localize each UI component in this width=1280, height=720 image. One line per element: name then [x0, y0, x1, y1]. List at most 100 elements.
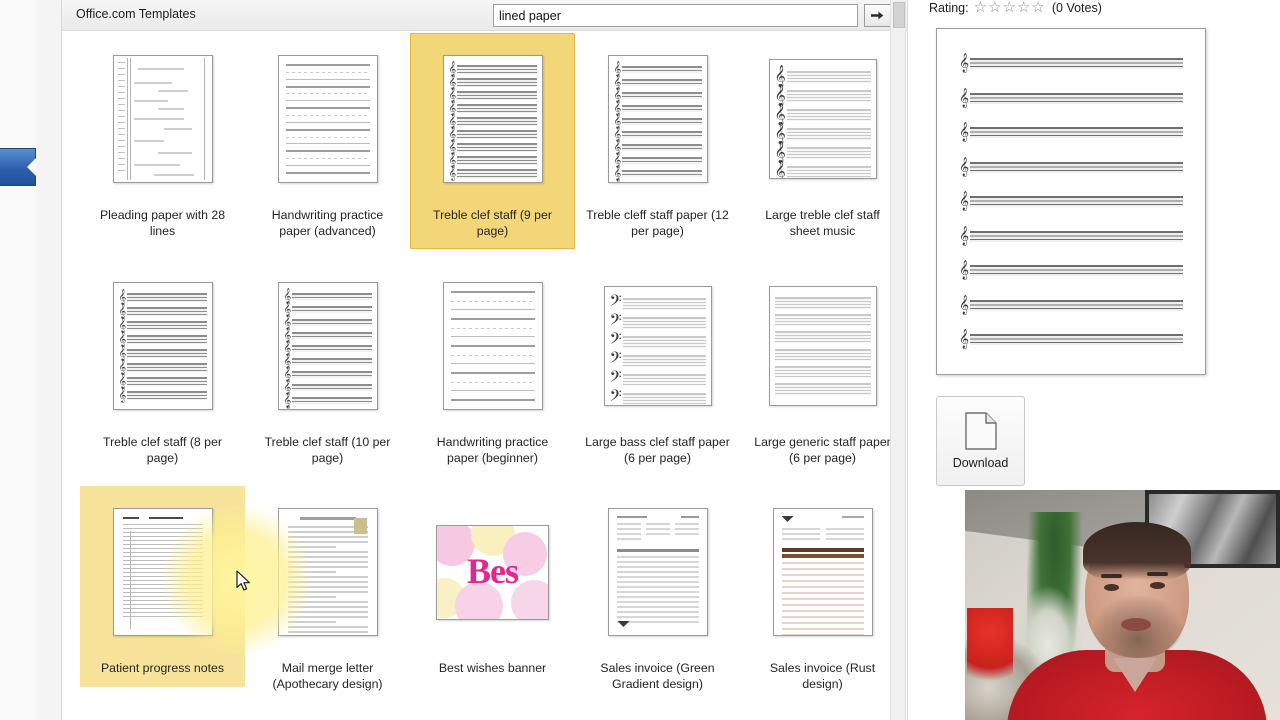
rule-line: [122, 540, 203, 541]
staff-line: 𝄞: [119, 333, 207, 346]
rule-line: [285, 150, 370, 153]
staff-line: 𝄞: [284, 394, 372, 407]
staff-line: 𝄞: [449, 89, 537, 102]
star-icon[interactable]: ☆: [988, 0, 1001, 15]
template-card-inner[interactable]: 𝄞 𝄞 𝄞 𝄞 𝄞 𝄞 𝄞 𝄞 Treble clef staff (8 per page): [80, 260, 245, 476]
template-card-inner[interactable]: Sales invoice (Green Gradient design): [575, 486, 740, 702]
ribbon-tab-marker[interactable]: [0, 148, 36, 186]
template-card[interactable]: 𝄞 𝄞 𝄞 𝄞 𝄞 𝄞 Large treble clef staff sheet musi…: [740, 33, 905, 249]
template-card[interactable]: Pleading paper with 28 lines: [80, 33, 245, 249]
template-card-inner[interactable]: Pleading paper with 28 lines: [80, 33, 245, 249]
left-chrome-strip: [0, 0, 36, 720]
text-line: [133, 140, 164, 142]
template-card-inner[interactable]: Large generic staff paper (6 per page): [740, 260, 905, 476]
staff-staves: [622, 118, 702, 125]
staff-line: 𝄞: [449, 102, 537, 115]
rule-line: [122, 580, 203, 581]
templates-scrollbar[interactable]: [890, 0, 906, 720]
star-icon[interactable]: ☆: [974, 0, 987, 15]
staff-line: 𝄞: [119, 361, 207, 374]
staff-staves: [457, 143, 537, 152]
template-card[interactable]: 𝄞𝄞𝄞𝄞𝄞𝄞𝄞𝄞𝄞𝄞𝄞𝄞 Treble cleff staff paper (12…: [575, 33, 740, 249]
preview-staff-staves: [970, 196, 1183, 207]
text-line: [287, 606, 368, 608]
treble-clef-icon: 𝄞: [118, 345, 127, 361]
rating-stars[interactable]: ☆ ☆ ☆ ☆ ☆: [974, 0, 1046, 15]
preview-staff-line: 𝄞: [959, 262, 1183, 279]
treble-clef-icon: 𝄞: [959, 329, 970, 349]
lined-page: [279, 56, 377, 182]
preview-staff-line: 𝄞: [959, 296, 1183, 314]
staff-staves: [622, 157, 702, 164]
document-page-icon: [964, 412, 997, 450]
treble-clef-icon: 𝄞: [118, 317, 127, 333]
download-button[interactable]: Download: [936, 396, 1025, 486]
template-card-inner[interactable]: Patient progress notes: [80, 486, 245, 687]
template-card-inner[interactable]: Mail merge letter (Apothecary design): [245, 486, 410, 702]
staff-staves: [774, 383, 871, 396]
rating-label: Rating:: [929, 0, 969, 15]
staff-staves: [292, 345, 372, 352]
staff-staves: [127, 348, 207, 358]
text-line: [287, 616, 368, 618]
lined-page: [444, 283, 542, 409]
staff-staves: [786, 127, 871, 140]
template-card-inner[interactable]: 𝄞 𝄞 𝄞 𝄞 𝄞 𝄞 Large treble clef staff sheet musi…: [740, 33, 905, 249]
margin-rule: [126, 58, 128, 180]
notes-page: [114, 509, 212, 629]
text-line: [133, 82, 172, 84]
search-go-button[interactable]: [864, 4, 891, 27]
template-card[interactable]: 𝄞 𝄞 𝄞 𝄞 𝄞 𝄞 𝄞 𝄞 𝄞 Treble clef staff (9 per page): [410, 33, 575, 249]
template-card[interactable]: Bes Best wishes banner: [410, 486, 575, 687]
template-card[interactable]: Large generic staff paper (6 per page): [740, 260, 905, 476]
treble-clef-icon: 𝄞: [959, 53, 970, 73]
template-card[interactable]: Handwriting practice paper (beginner): [410, 260, 575, 476]
template-card-inner[interactable]: 𝄢 𝄢 𝄢 𝄢 𝄢 𝄢 Large bass clef staff paper (6 per…: [575, 260, 740, 476]
letter-heading: [299, 517, 356, 520]
table-subheader-band: [781, 554, 864, 558]
templates-pane-header: Office.com Templates: [62, 0, 907, 31]
table-row: [781, 592, 864, 594]
template-card[interactable]: 𝄢 𝄢 𝄢 𝄢 𝄢 𝄢 Large bass clef staff paper (6 per…: [575, 260, 740, 476]
thumbnail-holder: [581, 493, 734, 651]
rule-line: [285, 143, 370, 145]
template-card[interactable]: Mail merge letter (Apothecary design): [245, 486, 410, 702]
page-title: Office.com Templates: [76, 7, 196, 21]
search-input[interactable]: [493, 4, 858, 27]
template-label: Large treble clef staff sheet music: [765, 208, 880, 238]
template-card-inner[interactable]: 𝄞 𝄞 𝄞 𝄞 𝄞 𝄞 𝄞 𝄞 𝄞 Treble clef staff (9 per page): [410, 33, 575, 249]
rule-line: [450, 291, 535, 293]
staff-line: 𝄢: [610, 294, 706, 313]
staff-staves: [127, 362, 207, 372]
star-icon[interactable]: ☆: [1003, 0, 1016, 15]
template-card-inner[interactable]: Bes Best wishes banner: [410, 486, 575, 687]
treble-clef-icon: 𝄞: [959, 122, 970, 142]
staff-staves: [786, 89, 871, 102]
template-card-inner[interactable]: 𝄞𝄞𝄞𝄞𝄞𝄞𝄞𝄞𝄞𝄞𝄞𝄞 Treble cleff staff paper (12…: [575, 33, 740, 249]
star-icon[interactable]: ☆: [1017, 0, 1030, 15]
star-icon[interactable]: ☆: [1031, 0, 1044, 15]
template-card[interactable]: 𝄞 𝄞 𝄞 𝄞 𝄞 𝄞 𝄞 𝄞 Treble clef staff (8 per page): [80, 260, 245, 476]
template-card-inner[interactable]: Handwriting practice paper (advanced): [245, 33, 410, 249]
template-card[interactable]: Sales invoice (Green Gradient design): [575, 486, 740, 702]
template-card[interactable]: 𝄞𝄞𝄞𝄞𝄞𝄞𝄞𝄞𝄞𝄞 Treble clef staff (10 per page…: [245, 260, 410, 476]
template-card[interactable]: Handwriting practice paper (advanced): [245, 33, 410, 249]
template-thumbnail: 𝄞 𝄞 𝄞 𝄞 𝄞 𝄞: [768, 59, 877, 179]
template-card[interactable]: Patient progress notes: [80, 486, 245, 687]
scrollbar-thumb[interactable]: [893, 2, 905, 28]
staff-page: 𝄞𝄞𝄞𝄞𝄞𝄞𝄞𝄞𝄞𝄞𝄞𝄞: [609, 56, 707, 182]
staff-staves: [292, 384, 372, 391]
preview-staff-staves: [970, 299, 1183, 311]
thumbnail-holder: [86, 40, 239, 198]
template-card[interactable]: Sales invoice (Rust design): [740, 486, 905, 702]
template-card-inner[interactable]: 𝄞𝄞𝄞𝄞𝄞𝄞𝄞𝄞𝄞𝄞 Treble clef staff (10 per page…: [245, 260, 410, 476]
rule-line: [122, 536, 203, 537]
template-card-inner[interactable]: Sales invoice (Rust design): [740, 486, 905, 702]
table-row: [616, 581, 699, 583]
treble-clef-icon: 𝄞: [959, 191, 970, 211]
template-card-inner[interactable]: Handwriting practice paper (beginner): [410, 260, 575, 476]
template-thumbnail: [607, 508, 708, 636]
text-line: [133, 100, 168, 102]
template-label: Pleading paper with 28 lines: [99, 208, 226, 238]
template-thumbnail: [768, 286, 877, 406]
